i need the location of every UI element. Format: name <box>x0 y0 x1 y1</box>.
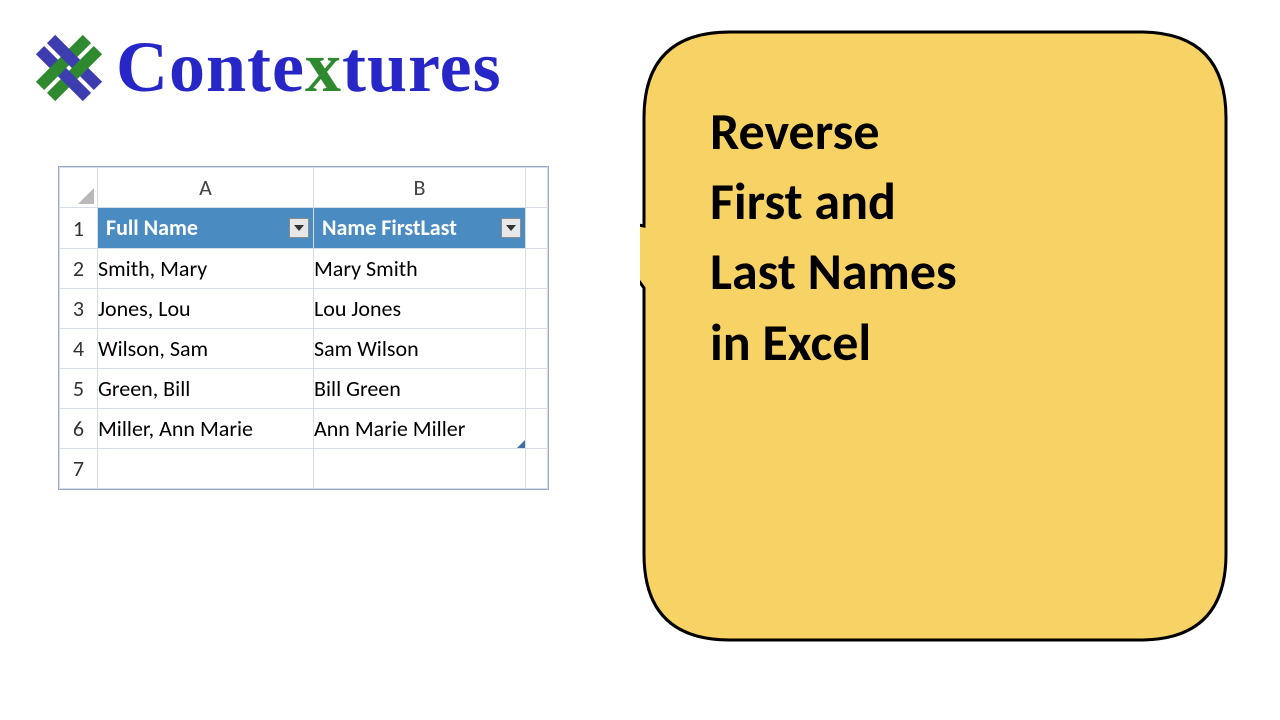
cell[interactable] <box>526 289 548 329</box>
cell[interactable] <box>98 449 314 489</box>
cell[interactable]: Smith, Mary <box>98 249 314 289</box>
cell[interactable]: Mary Smith <box>314 249 526 289</box>
row-header[interactable]: 3 <box>60 289 98 329</box>
weave-icon <box>30 29 108 107</box>
row-header[interactable]: 5 <box>60 369 98 409</box>
cell[interactable]: Sam Wilson <box>314 329 526 369</box>
cell[interactable] <box>526 249 548 289</box>
cell[interactable] <box>526 449 548 489</box>
column-header-b[interactable]: B <box>314 168 526 208</box>
table-header-fullname[interactable]: Full Name <box>98 208 314 249</box>
cell[interactable] <box>526 369 548 409</box>
speech-callout: Reverse First and Last Names in Excel <box>640 28 1230 644</box>
brand-logo: Contextures <box>30 26 502 109</box>
cell[interactable]: Lou Jones <box>314 289 526 329</box>
row-header[interactable]: 6 <box>60 409 98 449</box>
cell[interactable]: Bill Green <box>314 369 526 409</box>
row-header[interactable]: 2 <box>60 249 98 289</box>
cell[interactable] <box>526 208 548 249</box>
table-header-firstlast[interactable]: Name FirstLast <box>314 208 526 249</box>
callout-text: Reverse First and Last Names in Excel <box>710 96 1190 377</box>
filter-dropdown-icon[interactable] <box>501 218 521 238</box>
column-header-a[interactable]: A <box>98 168 314 208</box>
cell[interactable]: Wilson, Sam <box>98 329 314 369</box>
row-header[interactable]: 7 <box>60 449 98 489</box>
cell[interactable]: Miller, Ann Marie <box>98 409 314 449</box>
cell[interactable]: Ann Marie Miller <box>314 409 526 449</box>
filter-dropdown-icon[interactable] <box>289 218 309 238</box>
brand-name: Contextures <box>116 26 502 109</box>
row-header[interactable]: 1 <box>60 208 98 249</box>
select-all-corner[interactable] <box>60 168 98 208</box>
cell[interactable] <box>526 329 548 369</box>
cell[interactable]: Jones, Lou <box>98 289 314 329</box>
column-header-blank[interactable] <box>526 168 548 208</box>
cell[interactable] <box>526 409 548 449</box>
cell[interactable]: Green, Bill <box>98 369 314 409</box>
cell[interactable] <box>314 449 526 489</box>
row-header[interactable]: 4 <box>60 329 98 369</box>
spreadsheet: A B 1 Full Name Name FirstLast 2 Smith, … <box>58 166 549 490</box>
